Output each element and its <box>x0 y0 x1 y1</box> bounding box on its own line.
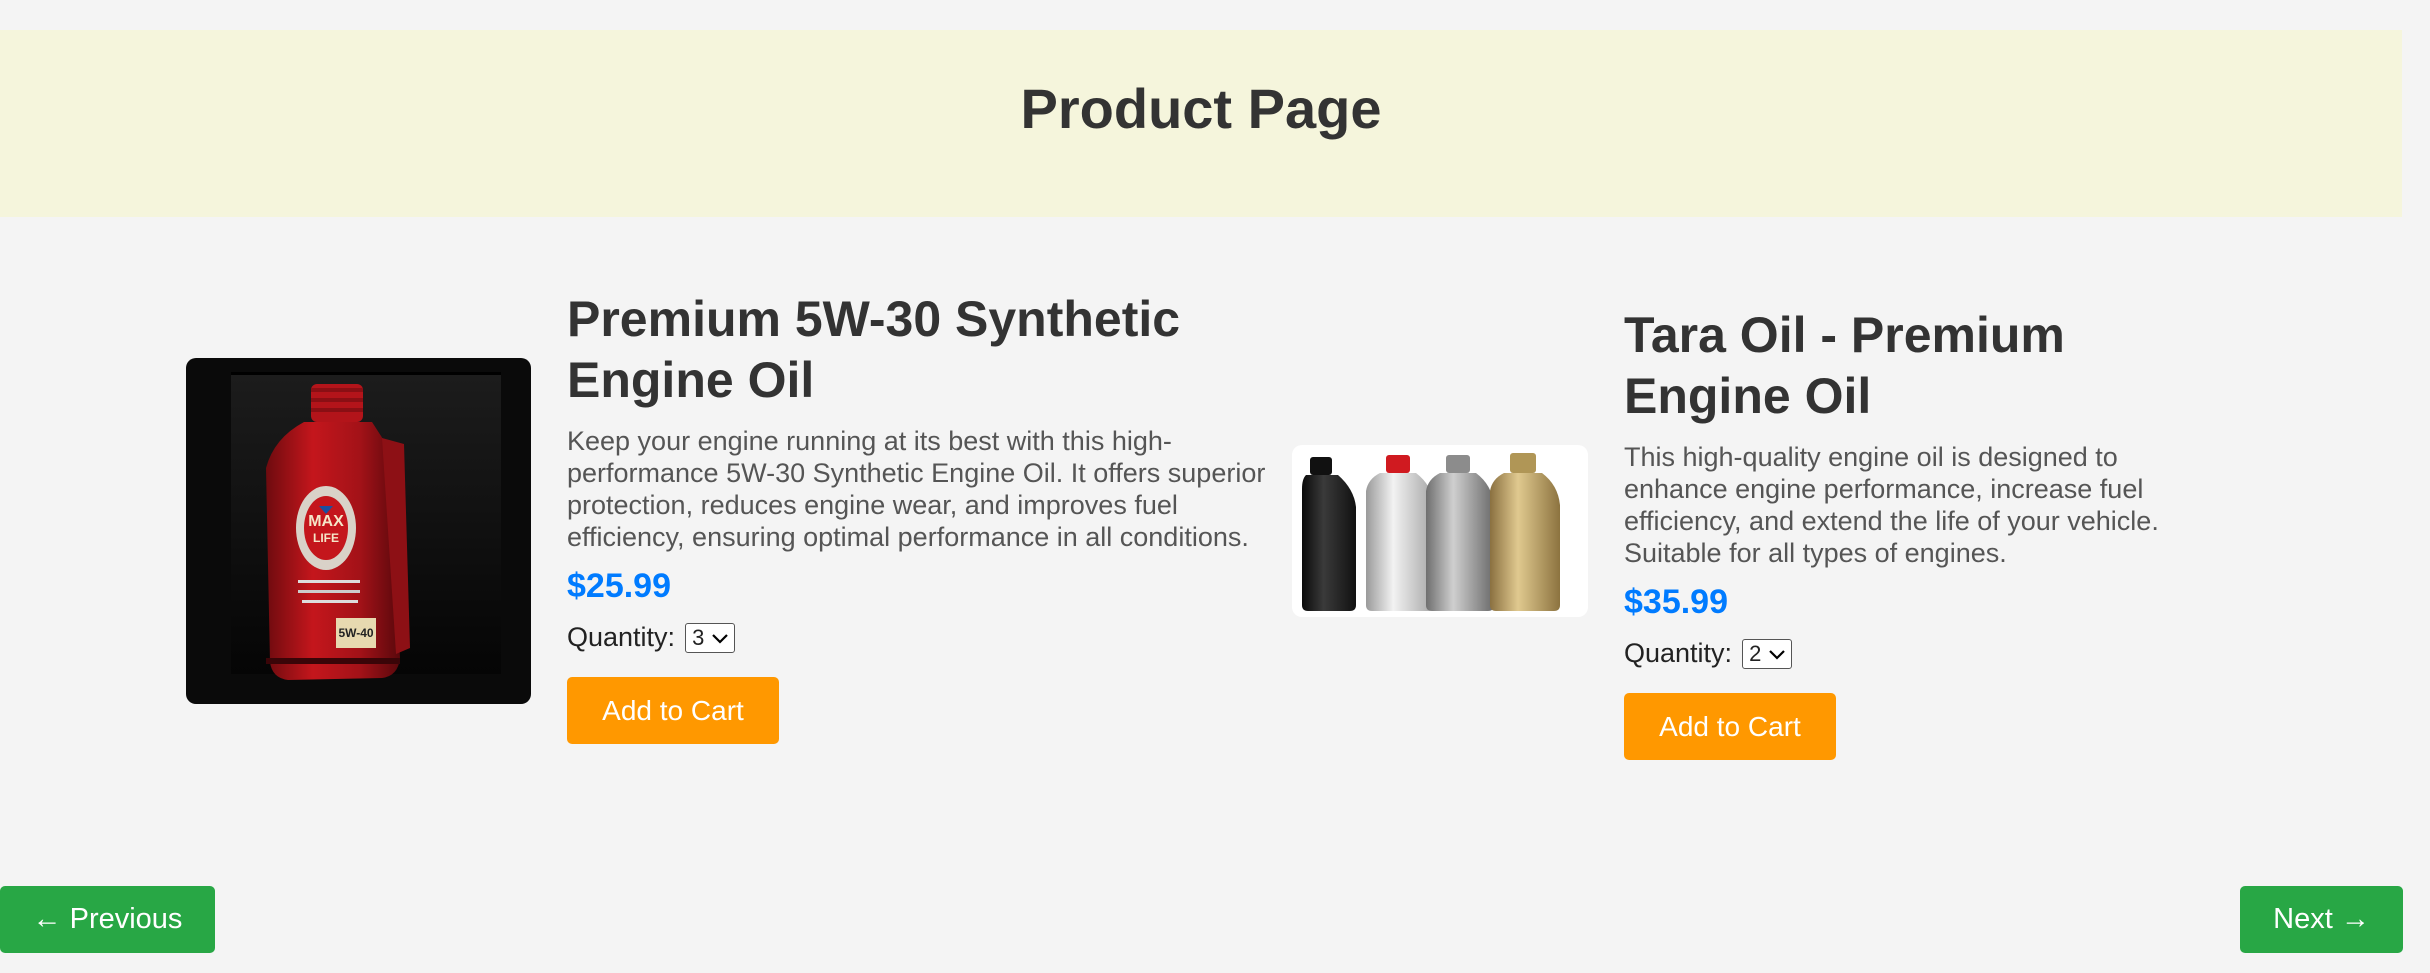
product-description: This high-quality engine oil is designed… <box>1624 442 2159 568</box>
product-description: Keep your engine running at its best wit… <box>567 426 1266 552</box>
product-price: $25.99 <box>567 567 671 605</box>
product-image <box>1292 445 1588 617</box>
svg-text:5W-40: 5W-40 <box>338 626 373 640</box>
oil-bottles-image <box>1302 453 1560 611</box>
add-to-cart-button[interactable]: Add to Cart <box>1624 693 1836 760</box>
oil-bottle-image: MAX LIFE 5W-40 <box>231 372 501 680</box>
next-button[interactable]: Next → <box>2240 886 2403 953</box>
quantity-label: Quantity: <box>567 622 676 652</box>
page-title: Product Page <box>1020 77 1382 140</box>
bottle-brand-text: MAX <box>308 513 344 530</box>
quantity-select[interactable]: 3 <box>685 622 736 653</box>
product-title: Tara Oil - Premium Engine Oil <box>1624 307 2065 424</box>
quantity-select[interactable]: 2 <box>1742 638 1793 669</box>
quantity-row: Quantity: 2 <box>1624 638 2224 669</box>
svg-text:LIFE: LIFE <box>313 531 339 545</box>
product-price: $35.99 <box>1624 583 1728 621</box>
product-image: MAX LIFE 5W-40 <box>186 358 531 704</box>
quantity-value: 3 <box>692 624 705 650</box>
product-title: Premium 5W-30 Synthetic Engine Oil <box>567 291 1181 408</box>
add-to-cart-button[interactable]: Add to Cart <box>567 677 779 744</box>
quantity-label: Quantity: <box>1624 638 1733 668</box>
previous-button[interactable]: ← Previous <box>0 886 215 953</box>
chevron-down-icon <box>712 633 728 644</box>
quantity-row: Quantity: 3 <box>567 622 1267 653</box>
page-header: Product Page <box>0 30 2402 217</box>
quantity-value: 2 <box>1749 640 1762 666</box>
chevron-down-icon <box>1769 649 1785 660</box>
